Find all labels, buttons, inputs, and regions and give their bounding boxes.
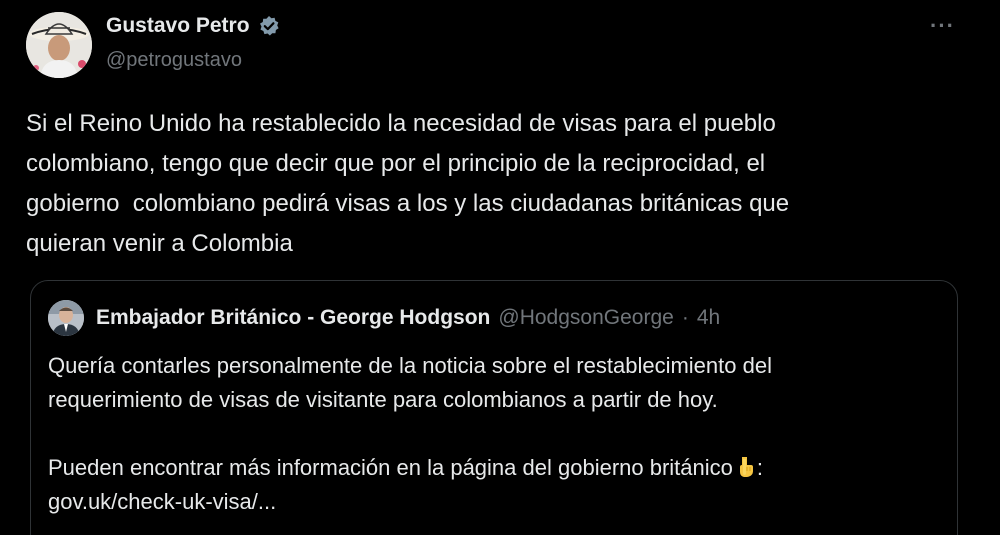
more-options-icon[interactable]: ··· [930, 15, 955, 37]
quoted-text-paragraph: Pueden encontrar más información en la p… [48, 451, 948, 485]
external-link[interactable]: gov.uk/check-uk-visa/... [48, 485, 948, 519]
tweet-text: Si el Reino Unido ha restablecido la nec… [26, 110, 790, 257]
quoted-author-avatar[interactable] [48, 300, 84, 336]
tweet: Gustavo Petro @petrogustavo ··· Si el Re… [0, 0, 1000, 535]
pointing-down-hand-icon [733, 455, 757, 479]
quoted-tweet-header: Embajador Británico - George Hodgson @Ho… [48, 300, 720, 336]
quoted-text-span: Pueden encontrar más información en la p… [48, 455, 733, 480]
author-name-row: Gustavo Petro [106, 14, 280, 38]
author-display-name[interactable]: Gustavo Petro [106, 14, 250, 38]
quoted-text-line: Quería contarles personalmente de la not… [48, 353, 772, 378]
verified-badge-icon [258, 15, 280, 37]
quoted-text-colon: : [756, 455, 764, 480]
separator-dot: · [681, 306, 689, 329]
quoted-author-display-name[interactable]: Embajador Británico - George Hodgson [96, 306, 490, 330]
quoted-text-line: requerimiento de visas de visitante para… [48, 387, 718, 412]
quoted-tweet-timestamp[interactable]: 4h [697, 306, 720, 330]
quoted-author-handle[interactable]: @HodgsonGeorge [498, 306, 673, 330]
quoted-tweet-text: Quería contarles personalmente de la not… [48, 349, 948, 519]
quoted-tweet-card[interactable]: Embajador Británico - George Hodgson @Ho… [30, 280, 958, 535]
author-handle[interactable]: @petrogustavo [106, 49, 242, 72]
author-avatar[interactable] [26, 12, 92, 78]
